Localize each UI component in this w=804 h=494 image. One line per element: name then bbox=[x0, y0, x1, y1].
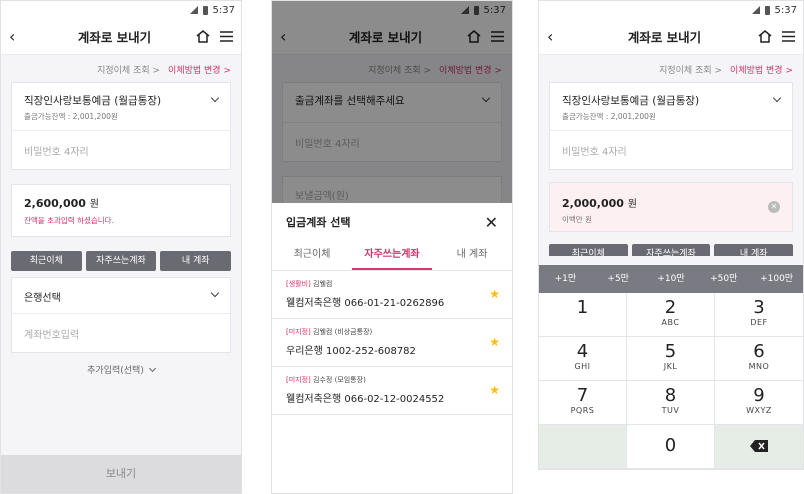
my-accounts-button[interactable]: 내 계좌 bbox=[714, 244, 793, 256]
key-7[interactable]: 7 PQRS bbox=[539, 381, 627, 425]
amount-value: 2,600,000 원 bbox=[24, 197, 99, 210]
screen-transfer-error: 5:37 ‹ 계좌로 보내기 지정이체 조회 > 이체방법 변경 > 직장인사랑… bbox=[0, 0, 242, 494]
key-5[interactable]: 5 JKL bbox=[627, 337, 715, 381]
password-input[interactable]: 비밀번호 4자리 bbox=[550, 131, 792, 169]
sheet-tabs: 최근이체 자주쓰는계좌 내 계좌 bbox=[272, 241, 512, 271]
backspace-icon bbox=[750, 437, 768, 456]
quick-amount-row: +1만 +5만 +10만 +50만 +100만 bbox=[539, 265, 803, 293]
amount-value: 2,000,000 원 bbox=[562, 197, 637, 210]
favorite-account-number: 웰컴저축은행 066-02-12-0024552 bbox=[286, 394, 445, 405]
account-name: 직장인사랑보통예금 (월급통장) bbox=[562, 95, 700, 107]
star-icon[interactable]: ★ bbox=[489, 383, 500, 397]
page-title: 계좌로 보내기 bbox=[77, 30, 152, 45]
favorite-accounts-button[interactable]: 자주쓰는계좌 bbox=[85, 251, 157, 271]
menu-icon[interactable] bbox=[782, 31, 795, 42]
top-bar: ‹ 계좌로 보내기 bbox=[539, 19, 803, 55]
transfer-history-link[interactable]: 지정이체 조회 > bbox=[97, 63, 160, 76]
quick-add-1m-button[interactable]: +100만 bbox=[750, 265, 803, 293]
account-selector[interactable]: 직장인사랑보통예금 (월급통장) 출금가능잔액 : 2,001,200원 bbox=[12, 83, 230, 131]
quick-add-500k-button[interactable]: +50만 bbox=[697, 265, 750, 293]
battery-icon bbox=[202, 5, 208, 15]
account-balance: 출금가능잔액 : 2,001,200원 bbox=[562, 112, 656, 121]
account-balance: 출금가능잔액 : 2,001,200원 bbox=[24, 112, 118, 121]
list-item[interactable]: [생활비] 김웰컴 웰컴저축은행 066-01-21-0262896 ★ bbox=[272, 271, 512, 319]
amount-field[interactable]: 2,000,000 원 이백만 원 ✕ bbox=[549, 182, 793, 232]
signal-icon bbox=[751, 6, 760, 14]
change-method-link[interactable]: 이체방법 변경 > bbox=[168, 63, 231, 76]
key-1[interactable]: 1 bbox=[539, 293, 627, 337]
favorite-accounts-button[interactable]: 자주쓰는계좌 bbox=[631, 244, 711, 256]
send-button[interactable]: 보내기 bbox=[1, 455, 241, 493]
account-name: 직장인사랑보통예금 (월급통장) bbox=[24, 95, 162, 107]
change-method-link[interactable]: 이체방법 변경 > bbox=[730, 63, 793, 76]
tab-recent[interactable]: 최근이체 bbox=[272, 241, 352, 270]
quick-add-10k-button[interactable]: +1만 bbox=[539, 265, 592, 293]
status-time: 5:37 bbox=[212, 4, 235, 16]
screen-amount-keypad: 5:37 ‹ 계좌로 보내기 지정이체 조회 > 이체방법 변경 > 직장인사랑… bbox=[538, 0, 804, 470]
key-9[interactable]: 9 WXYZ bbox=[715, 381, 803, 425]
keypad-grid: 1 2 ABC 3 DEF 4 GHI 5 JKL 6 MNO 7 PQRS 8 TUV 9W… bbox=[539, 293, 803, 469]
page-title: 계좌로 보내기 bbox=[627, 30, 702, 45]
star-icon[interactable]: ★ bbox=[489, 335, 500, 349]
deposit-account-sheet: 입금계좌 선택 ✕ 최근이체 자주쓰는계좌 내 계좌 [생활비] 김웰컴 웰컴저… bbox=[272, 203, 512, 493]
bank-select[interactable]: 은행선택 bbox=[12, 278, 230, 314]
star-icon[interactable]: ★ bbox=[489, 287, 500, 301]
modal-overlay[interactable] bbox=[272, 1, 512, 203]
recipient-shortcuts: 최근이체 자주쓰는계좌 내 계좌 bbox=[11, 251, 232, 271]
withdraw-account-card: 직장인사랑보통예금 (월급통장) 출금가능잔액 : 2,001,200원 비밀번… bbox=[549, 82, 793, 170]
transfer-history-link[interactable]: 지정이체 조회 > bbox=[659, 63, 722, 76]
clear-icon[interactable]: ✕ bbox=[768, 201, 780, 213]
quick-add-100k-button[interactable]: +10만 bbox=[645, 265, 698, 293]
amount-in-korean: 이백만 원 bbox=[562, 215, 592, 224]
key-blank bbox=[539, 425, 627, 469]
key-2[interactable]: 2 ABC bbox=[627, 293, 715, 337]
battery-icon bbox=[764, 5, 770, 15]
sheet-title: 입금계좌 선택 bbox=[286, 216, 351, 229]
password-input[interactable]: 비밀번호 4자리 bbox=[12, 131, 230, 169]
screen-select-deposit-account: 5:37 ‹ 계좌로 보내기 지정이체 조회 > 이체방법 변경 > 출금계좌를… bbox=[271, 0, 513, 494]
key-0[interactable]: 0 bbox=[627, 425, 715, 469]
amount-field[interactable]: 2,600,000 원 잔액을 초과입력 하셨습니다. bbox=[11, 184, 231, 237]
links-row: 지정이체 조회 > 이체방법 변경 > bbox=[1, 55, 241, 82]
signal-icon bbox=[189, 6, 198, 14]
back-icon[interactable]: ‹ bbox=[9, 27, 33, 46]
key-4[interactable]: 4 GHI bbox=[539, 337, 627, 381]
status-time: 5:37 bbox=[774, 4, 797, 16]
list-item[interactable]: [미지정] 김수정 (모임통장) 웰컴저축은행 066-02-12-002455… bbox=[272, 367, 512, 415]
tab-favorites[interactable]: 자주쓰는계좌 bbox=[352, 241, 432, 270]
additional-input-toggle[interactable]: 추가입력(선택) bbox=[1, 363, 241, 376]
favorite-account-number: 웰컴저축은행 066-01-21-0262896 bbox=[286, 298, 445, 309]
recent-transfer-button[interactable]: 최근이체 bbox=[11, 251, 82, 271]
chevron-down-icon bbox=[148, 364, 156, 373]
key-6[interactable]: 6 MNO bbox=[715, 337, 803, 381]
my-accounts-button[interactable]: 내 계좌 bbox=[160, 251, 232, 271]
account-number-input[interactable]: 계좌번호입력 bbox=[12, 314, 230, 352]
menu-icon[interactable] bbox=[220, 31, 233, 42]
tab-my-accounts[interactable]: 내 계좌 bbox=[432, 241, 512, 270]
withdraw-account-card: 직장인사랑보통예금 (월급통장) 출금가능잔액 : 2,001,200원 비밀번… bbox=[11, 82, 231, 170]
home-icon[interactable] bbox=[758, 30, 772, 43]
list-item[interactable]: [미지정] 김웰컴 (비상금통장) 우리은행 1002-252-608782 ★ bbox=[272, 319, 512, 367]
close-icon[interactable]: ✕ bbox=[485, 213, 498, 232]
sheet-header: 입금계좌 선택 ✕ bbox=[272, 203, 512, 241]
chevron-down-icon bbox=[210, 288, 220, 298]
number-keypad: +1만 +5만 +10만 +50만 +100만 1 2 ABC 3 DEF 4 GHI… bbox=[539, 265, 803, 469]
key-8[interactable]: 8 TUV bbox=[627, 381, 715, 425]
quick-add-50k-button[interactable]: +5만 bbox=[592, 265, 645, 293]
top-bar: ‹ 계좌로 보내기 bbox=[1, 19, 241, 55]
key-3[interactable]: 3 DEF bbox=[715, 293, 803, 337]
status-bar: 5:37 bbox=[1, 1, 241, 19]
links-row: 지정이체 조회 > 이체방법 변경 > bbox=[539, 55, 803, 82]
key-backspace[interactable] bbox=[715, 425, 803, 469]
deposit-account-card: 은행선택 계좌번호입력 bbox=[11, 277, 231, 353]
recent-transfer-button[interactable]: 최근이체 bbox=[549, 244, 628, 256]
back-icon[interactable]: ‹ bbox=[547, 27, 571, 46]
recipient-shortcuts: 최근이체 자주쓰는계좌 내 계좌 bbox=[549, 244, 793, 256]
account-selector[interactable]: 직장인사랑보통예금 (월급통장) 출금가능잔액 : 2,001,200원 bbox=[550, 83, 792, 131]
status-bar: 5:37 bbox=[539, 1, 803, 19]
amount-error-message: 잔액을 초과입력 하셨습니다. bbox=[24, 216, 114, 225]
home-icon[interactable] bbox=[196, 30, 210, 43]
favorite-account-number: 우리은행 1002-252-608782 bbox=[286, 346, 416, 357]
